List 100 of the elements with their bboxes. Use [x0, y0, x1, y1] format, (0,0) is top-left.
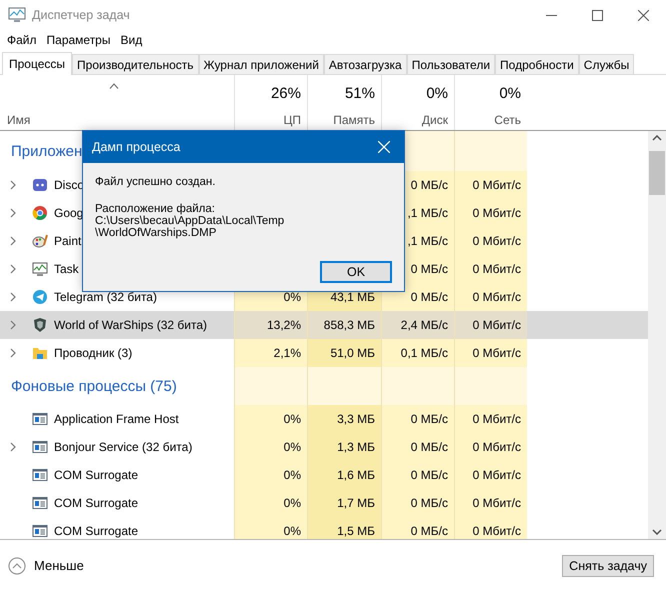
tab[interactable]: Производительность [72, 54, 198, 74]
table-cell: 0 Мбит/с [454, 171, 527, 199]
table-cell: 0 МБ/с [381, 517, 454, 539]
column-header[interactable]: Имя [7, 113, 30, 127]
table-cell: 0% [234, 489, 307, 517]
tab[interactable]: Подробности [495, 54, 579, 74]
process-name: Bonjour Service (32 бита) [54, 440, 192, 454]
group-header: Фоновые процессы (75) [11, 378, 177, 394]
process-row[interactable]: Application Frame Host 0% 3,3 МБ 0 МБ/с 0 Мбит/с [0, 405, 648, 433]
table-cell: 0 МБ/с [381, 489, 454, 517]
ok-button[interactable]: OK [320, 261, 392, 283]
process-row[interactable]: Проводник (3) 2,1% 51,0 МБ 0,1 МБ/с 0 Мбит/с [0, 339, 648, 367]
maximize-icon [592, 10, 602, 20]
folder-icon [32, 345, 48, 361]
window-icon [32, 439, 48, 455]
table-cell: 2,4 МБ/с [381, 311, 454, 339]
column-label: Память [333, 113, 375, 127]
column-label: Сеть [494, 113, 521, 127]
palette-icon [32, 233, 48, 249]
tab[interactable]: Службы [578, 54, 634, 74]
table-cell: 0,1 МБ/с [381, 339, 454, 367]
window-icon [32, 495, 48, 511]
chevron-right-icon[interactable] [10, 264, 16, 274]
table-cell: 0 Мбит/с [454, 255, 527, 283]
table-cell: 0 Мбит/с [454, 461, 527, 489]
window-icon [32, 411, 48, 427]
scroll-up-icon[interactable] [652, 135, 662, 141]
process-row[interactable]: World of WarShips (32 бита) 13,2% 858,3 МБ 2,4 МБ/с 0 Мбит/с [0, 311, 648, 339]
sort-caret-icon [109, 83, 119, 89]
process-name: World of WarShips (32 бита) [54, 318, 207, 332]
tab[interactable]: Пользователи [406, 54, 496, 74]
process-row[interactable]: COM Surrogate 0% 1,6 МБ 0 МБ/с 0 Мбит/с [0, 461, 648, 489]
file-path: C:\Users\becau\AppData\Local\Temp [95, 215, 286, 227]
table-cell: 1,6 МБ [307, 461, 381, 489]
browser-icon [32, 205, 48, 221]
table-cell: 0% [234, 461, 307, 489]
table-cell: 0 Мбит/с [454, 489, 527, 517]
dialog-title: Дамп процесса [92, 140, 182, 154]
table-cell: 858,3 МБ [307, 311, 381, 339]
scroll-down-icon[interactable] [652, 529, 662, 535]
tab[interactable]: Автозагрузка [324, 54, 407, 74]
window-icon [32, 467, 48, 483]
process-name: COM Surrogate [54, 468, 138, 482]
table-cell: 0 Мбит/с [454, 339, 527, 367]
chevron-right-icon[interactable] [10, 320, 16, 330]
process-name: Goog [54, 206, 84, 220]
window-icon [32, 523, 48, 539]
table-cell: 2,1% [234, 339, 307, 367]
tab[interactable]: Процессы [2, 52, 72, 75]
end-task-button[interactable]: Снять задачу [562, 554, 654, 576]
process-row[interactable]: COM Surrogate 0% 1,5 МБ 0 МБ/с 0 Мбит/с [0, 517, 648, 539]
chevron-right-icon[interactable] [10, 236, 16, 246]
paper-plane-icon [32, 289, 48, 305]
table-cell: 1,5 МБ [307, 517, 381, 539]
menu-item[interactable]: Вид [115, 33, 148, 47]
table-cell: 0 МБ/с [381, 433, 454, 461]
scrollbar[interactable] [648, 131, 666, 539]
table-cell: 0 Мбит/с [454, 311, 527, 339]
column-total: 0% [426, 85, 448, 102]
chevron-right-icon[interactable] [10, 180, 16, 190]
close-icon [378, 141, 390, 153]
menu-item[interactable]: Файл [2, 33, 42, 47]
table-cell: 0% [234, 433, 307, 461]
chevron-right-icon[interactable] [10, 208, 16, 218]
dialog-message: Файл успешно создан. [95, 176, 216, 188]
column-total: 51% [344, 85, 375, 102]
window-title: Диспетчер задач [32, 8, 131, 22]
process-row[interactable]: COM Surrogate 0% 1,7 МБ 0 МБ/с 0 Мбит/с [0, 489, 648, 517]
table-cell: 0% [234, 405, 307, 433]
group-header: Приложен [11, 142, 82, 160]
column-label: Диск [422, 113, 448, 127]
table-cell: 3,3 МБ [307, 405, 381, 433]
tab[interactable]: Журнал приложений [198, 54, 324, 74]
table-cell: 0 Мбит/с [454, 433, 527, 461]
chevron-right-icon[interactable] [10, 348, 16, 358]
menu-item[interactable]: Параметры [42, 33, 116, 47]
shield-icon [32, 317, 48, 333]
chevron-right-icon[interactable] [10, 292, 16, 302]
close-icon [638, 10, 648, 20]
process-name: Telegram (32 бита) [54, 290, 157, 304]
table-cell: 13,2% [234, 311, 307, 339]
monitor-chart-icon [32, 261, 48, 277]
column-header[interactable]: 0% Сеть [454, 75, 527, 130]
process-name: Проводник (3) [54, 346, 132, 360]
process-row[interactable]: Bonjour Service (32 бита) 0% 1,3 МБ 0 МБ/с 0 Мбит/с [0, 433, 648, 461]
column-total: 26% [270, 85, 301, 102]
scrollbar-thumb[interactable] [649, 151, 665, 195]
table-cell: 0 Мбит/с [454, 405, 527, 433]
fewer-details-button[interactable]: Меньше [8, 556, 562, 574]
table-cell: 0 Мбит/с [454, 227, 527, 255]
table-cell: 0 МБ/с [381, 405, 454, 433]
table-cell: 0 Мбит/с [454, 283, 527, 311]
process-name: COM Surrogate [54, 496, 138, 510]
process-name: COM Surrogate [54, 524, 138, 538]
table-cell: 0 Мбит/с [454, 199, 527, 227]
process-name: Task [54, 262, 79, 276]
table-cell: 0 Мбит/с [454, 517, 527, 539]
chevron-up-circle-icon [8, 556, 26, 574]
chevron-right-icon[interactable] [10, 442, 16, 452]
column-label: ЦП [283, 113, 301, 127]
